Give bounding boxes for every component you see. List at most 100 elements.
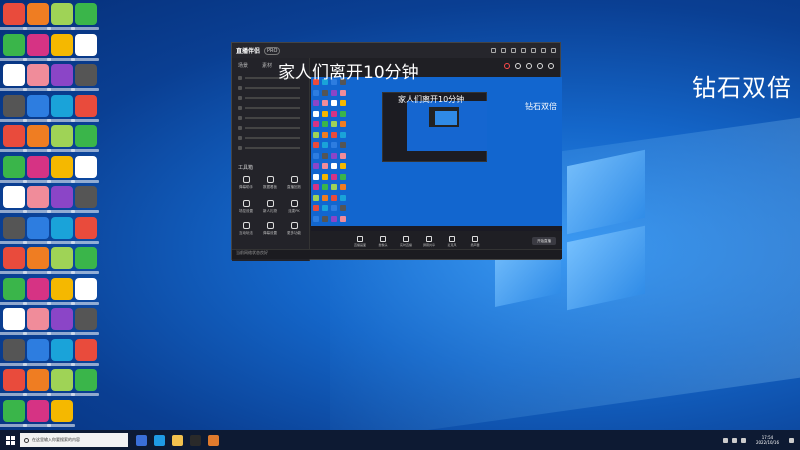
desktop-app-icon[interactable] xyxy=(75,186,97,208)
desktop-app-icon[interactable] xyxy=(51,186,73,208)
scene-list-item[interactable] xyxy=(238,104,300,111)
desktop-app-icon[interactable] xyxy=(27,3,49,25)
desktop-app-icon[interactable] xyxy=(27,216,49,239)
desktop-app-icon[interactable] xyxy=(3,247,25,269)
tab-material[interactable]: 素材 xyxy=(262,62,272,69)
control-realtime[interactable]: 实时直播 xyxy=(399,235,413,247)
desktop-app-icon[interactable] xyxy=(75,277,97,300)
file-explorer-icon[interactable] xyxy=(172,434,183,446)
control-speaker[interactable]: 扬声器 xyxy=(468,235,482,247)
app-taskbar-icon[interactable] xyxy=(208,434,219,446)
settings-icon[interactable] xyxy=(501,48,506,53)
desktop-app-icon[interactable] xyxy=(51,338,73,361)
desktop-app-icon[interactable] xyxy=(51,399,73,422)
tool-more[interactable]: 更多功能 xyxy=(284,222,304,236)
desktop-app-icon[interactable] xyxy=(75,247,97,269)
desktop-app-icon[interactable] xyxy=(75,369,97,391)
desktop-app-icon[interactable] xyxy=(75,125,97,147)
desktop-app-icon[interactable] xyxy=(51,94,73,117)
start-button[interactable] xyxy=(0,430,20,450)
control-screen-share[interactable]: 屏幕共享 xyxy=(422,235,436,247)
start-live-button[interactable]: 开始直播 xyxy=(532,237,556,245)
desktop-app-icon[interactable] xyxy=(51,3,73,25)
desktop-app-icon[interactable] xyxy=(75,64,97,86)
desktop-app-icon[interactable] xyxy=(75,155,97,178)
scene-list-item[interactable] xyxy=(238,144,300,151)
desktop-app-icon[interactable] xyxy=(3,186,25,208)
task-view-icon[interactable] xyxy=(136,434,147,446)
desktop-app-icon[interactable] xyxy=(3,64,25,86)
tool-room-settings[interactable]: 场控设置 xyxy=(236,200,256,214)
desktop-app-icon[interactable] xyxy=(3,399,25,422)
scene-list-item[interactable] xyxy=(238,84,300,91)
desktop-app-icon[interactable] xyxy=(27,338,49,361)
menu-icon[interactable] xyxy=(521,48,526,53)
notification-icon[interactable] xyxy=(789,437,794,443)
taskbar-clock[interactable]: 17:54 2022/10/16 xyxy=(756,435,779,445)
edge-browser-icon[interactable] xyxy=(154,434,165,446)
tab-scene[interactable]: 场景 xyxy=(238,62,248,69)
desktop-app-icon[interactable] xyxy=(3,125,25,147)
desktop-app-icon[interactable] xyxy=(27,369,49,391)
desktop-app-icon[interactable] xyxy=(75,308,97,330)
desktop-app-icon[interactable] xyxy=(3,369,25,391)
desktop-app-icon[interactable] xyxy=(27,399,49,422)
ime-icon[interactable] xyxy=(740,437,746,443)
desktop-app-icon[interactable] xyxy=(27,186,49,208)
scene-list-item[interactable] xyxy=(238,134,300,141)
desktop-app-icon[interactable] xyxy=(27,308,49,330)
tool-danmu-assistant[interactable]: 弹幕助手 xyxy=(236,176,256,190)
scene-list-item[interactable] xyxy=(238,124,300,131)
desktop-app-icon[interactable] xyxy=(27,277,49,300)
close-icon[interactable] xyxy=(551,48,556,53)
desktop-app-icon[interactable] xyxy=(51,216,73,239)
desktop-app-icon[interactable] xyxy=(75,338,97,361)
desktop-app-icon[interactable] xyxy=(3,338,25,361)
minimize-icon[interactable] xyxy=(531,48,536,53)
desktop-app-icon[interactable] xyxy=(75,94,97,117)
desktop-app-icon[interactable] xyxy=(51,33,73,56)
camera-icon[interactable] xyxy=(515,63,521,69)
avatar-icon[interactable] xyxy=(491,48,496,53)
desktop-app-icon[interactable] xyxy=(51,125,73,147)
desktop-app-icon[interactable] xyxy=(3,155,25,178)
control-live-scene[interactable]: 直播画面 xyxy=(353,235,367,247)
desktop-app-icon[interactable] xyxy=(75,216,97,239)
live-record-icon[interactable] xyxy=(504,63,510,69)
desktop-app-icon[interactable] xyxy=(51,369,73,391)
desktop-app-icon[interactable] xyxy=(75,3,97,25)
network-icon[interactable] xyxy=(722,437,728,443)
tool-pk[interactable]: 连麦PK xyxy=(284,200,304,214)
maximize-icon[interactable] xyxy=(541,48,546,53)
desktop-app-icon[interactable] xyxy=(3,33,25,56)
desktop-app-icon[interactable] xyxy=(3,3,25,25)
live-preview-canvas[interactable]: 家人们离开10分钟 钻石双倍 xyxy=(311,77,562,231)
desktop-app-icon[interactable] xyxy=(27,64,49,86)
desktop-app-icon[interactable] xyxy=(51,308,73,330)
desktop-app-icon[interactable] xyxy=(3,216,25,239)
tool-replay[interactable]: 直播回放 xyxy=(284,176,304,190)
desktop-app-icon[interactable] xyxy=(51,155,73,178)
desktop-app-icon[interactable] xyxy=(27,125,49,147)
tool-interactive[interactable]: 互动玩法 xyxy=(236,222,256,236)
tool-danmu-settings[interactable]: 弹幕设置 xyxy=(260,222,280,236)
message-icon[interactable] xyxy=(511,48,516,53)
scene-list-item[interactable] xyxy=(238,94,300,101)
desktop-app-icon[interactable] xyxy=(51,64,73,86)
desktop-app-icon[interactable] xyxy=(27,247,49,269)
desktop-app-icon[interactable] xyxy=(27,33,49,56)
desktop-app-icon[interactable] xyxy=(51,277,73,300)
scene-list-item[interactable] xyxy=(238,114,300,121)
bell-icon[interactable] xyxy=(537,63,543,69)
taskbar-search-box[interactable]: 在这里输入你要搜索的内容 xyxy=(20,433,128,447)
tool-data-board[interactable]: 数据看板 xyxy=(260,176,280,190)
volume-icon[interactable] xyxy=(731,437,737,443)
add-icon[interactable] xyxy=(548,63,554,69)
desktop-app-icon[interactable] xyxy=(3,277,25,300)
control-camera[interactable]: 摄像头 xyxy=(376,235,390,247)
desktop-app-icon[interactable] xyxy=(51,247,73,269)
desktop-app-icon[interactable] xyxy=(27,94,49,117)
desktop-app-icon[interactable] xyxy=(27,155,49,178)
tool-gifts[interactable]: 新人礼物 xyxy=(260,200,280,214)
layout-icon[interactable] xyxy=(526,63,532,69)
